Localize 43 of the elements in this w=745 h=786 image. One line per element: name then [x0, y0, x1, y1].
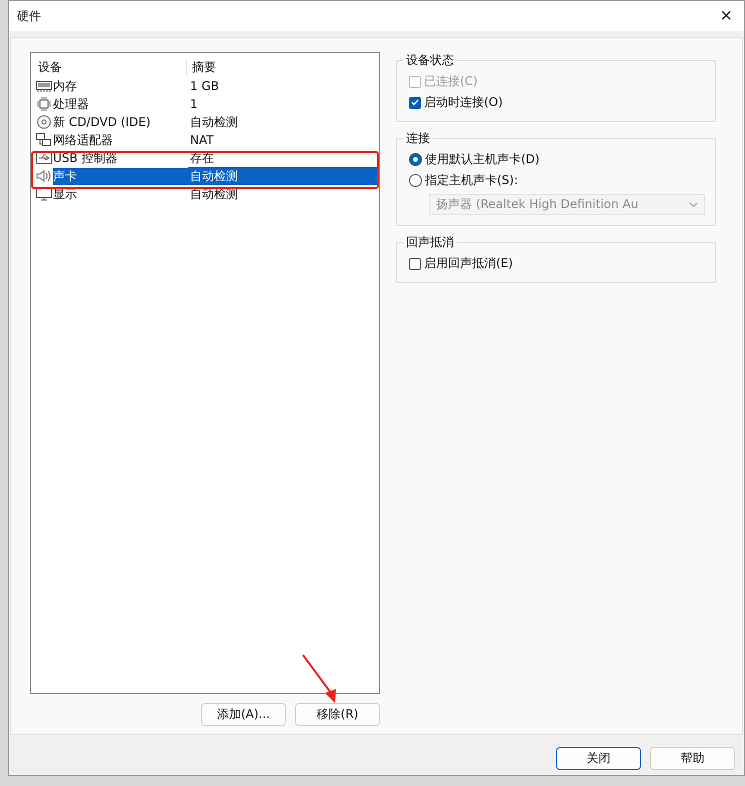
radio-button[interactable]: [409, 174, 422, 187]
device-summary: 存在: [189, 150, 214, 166]
radio-button[interactable]: [409, 153, 422, 166]
window-title: 硬件: [17, 8, 41, 24]
network-icon: [36, 133, 52, 147]
radio-label: 指定主机声卡(S):: [425, 172, 518, 189]
column-header[interactable]: 摘要: [187, 58, 216, 76]
column-header[interactable]: 设备: [33, 58, 187, 76]
checkbox[interactable]: [409, 96, 421, 108]
memory-icon: [36, 80, 52, 92]
checkbox-label: 启用回声抵消(E): [424, 255, 513, 272]
group-title: 回声抵消: [403, 234, 457, 251]
device-summary: 1 GB: [189, 79, 219, 93]
checkbox-label: 启动时连接(O): [424, 94, 503, 111]
device-row[interactable]: 处理器 1: [33, 95, 377, 113]
chevron-icon: [689, 202, 698, 208]
device-row[interactable]: 新 CD/DVD (IDE) 自动检测: [33, 113, 377, 131]
device-summary: 自动检测: [189, 114, 238, 130]
checkbox[interactable]: [409, 258, 421, 270]
device-row[interactable]: 网络适配器 NAT: [33, 131, 377, 149]
list-action-button[interactable]: 添加(A)...: [201, 703, 286, 726]
device-name: 网络适配器: [53, 132, 113, 148]
dialog-button[interactable]: 关闭: [556, 747, 641, 770]
device-row[interactable]: 内存 1 GB: [33, 77, 377, 95]
device-summary: 1: [189, 97, 198, 111]
list-action-button[interactable]: 移除(R): [295, 703, 380, 726]
device-summary: NAT: [189, 133, 214, 147]
device-name: 内存: [53, 78, 77, 94]
disc-icon: [36, 115, 50, 129]
dialog-button[interactable]: 帮助: [650, 747, 735, 770]
group-title: 设备状态: [403, 52, 457, 69]
radio-label: 使用默认主机声卡(D): [425, 151, 540, 168]
checkbox-label: 已连接(C): [424, 73, 478, 90]
device-name: 声卡: [53, 168, 188, 184]
chip-icon: [36, 97, 50, 111]
device-name: 处理器: [53, 96, 89, 112]
device-row[interactable]: 声卡 自动检测: [33, 167, 377, 185]
device-name: 新 CD/DVD (IDE): [53, 114, 150, 130]
close-button[interactable]: ×: [716, 4, 736, 28]
device-summary: 自动检测: [188, 167, 377, 185]
speaker-icon: [36, 169, 52, 183]
group-title: 连接: [403, 130, 433, 147]
usb-icon: [36, 152, 52, 164]
